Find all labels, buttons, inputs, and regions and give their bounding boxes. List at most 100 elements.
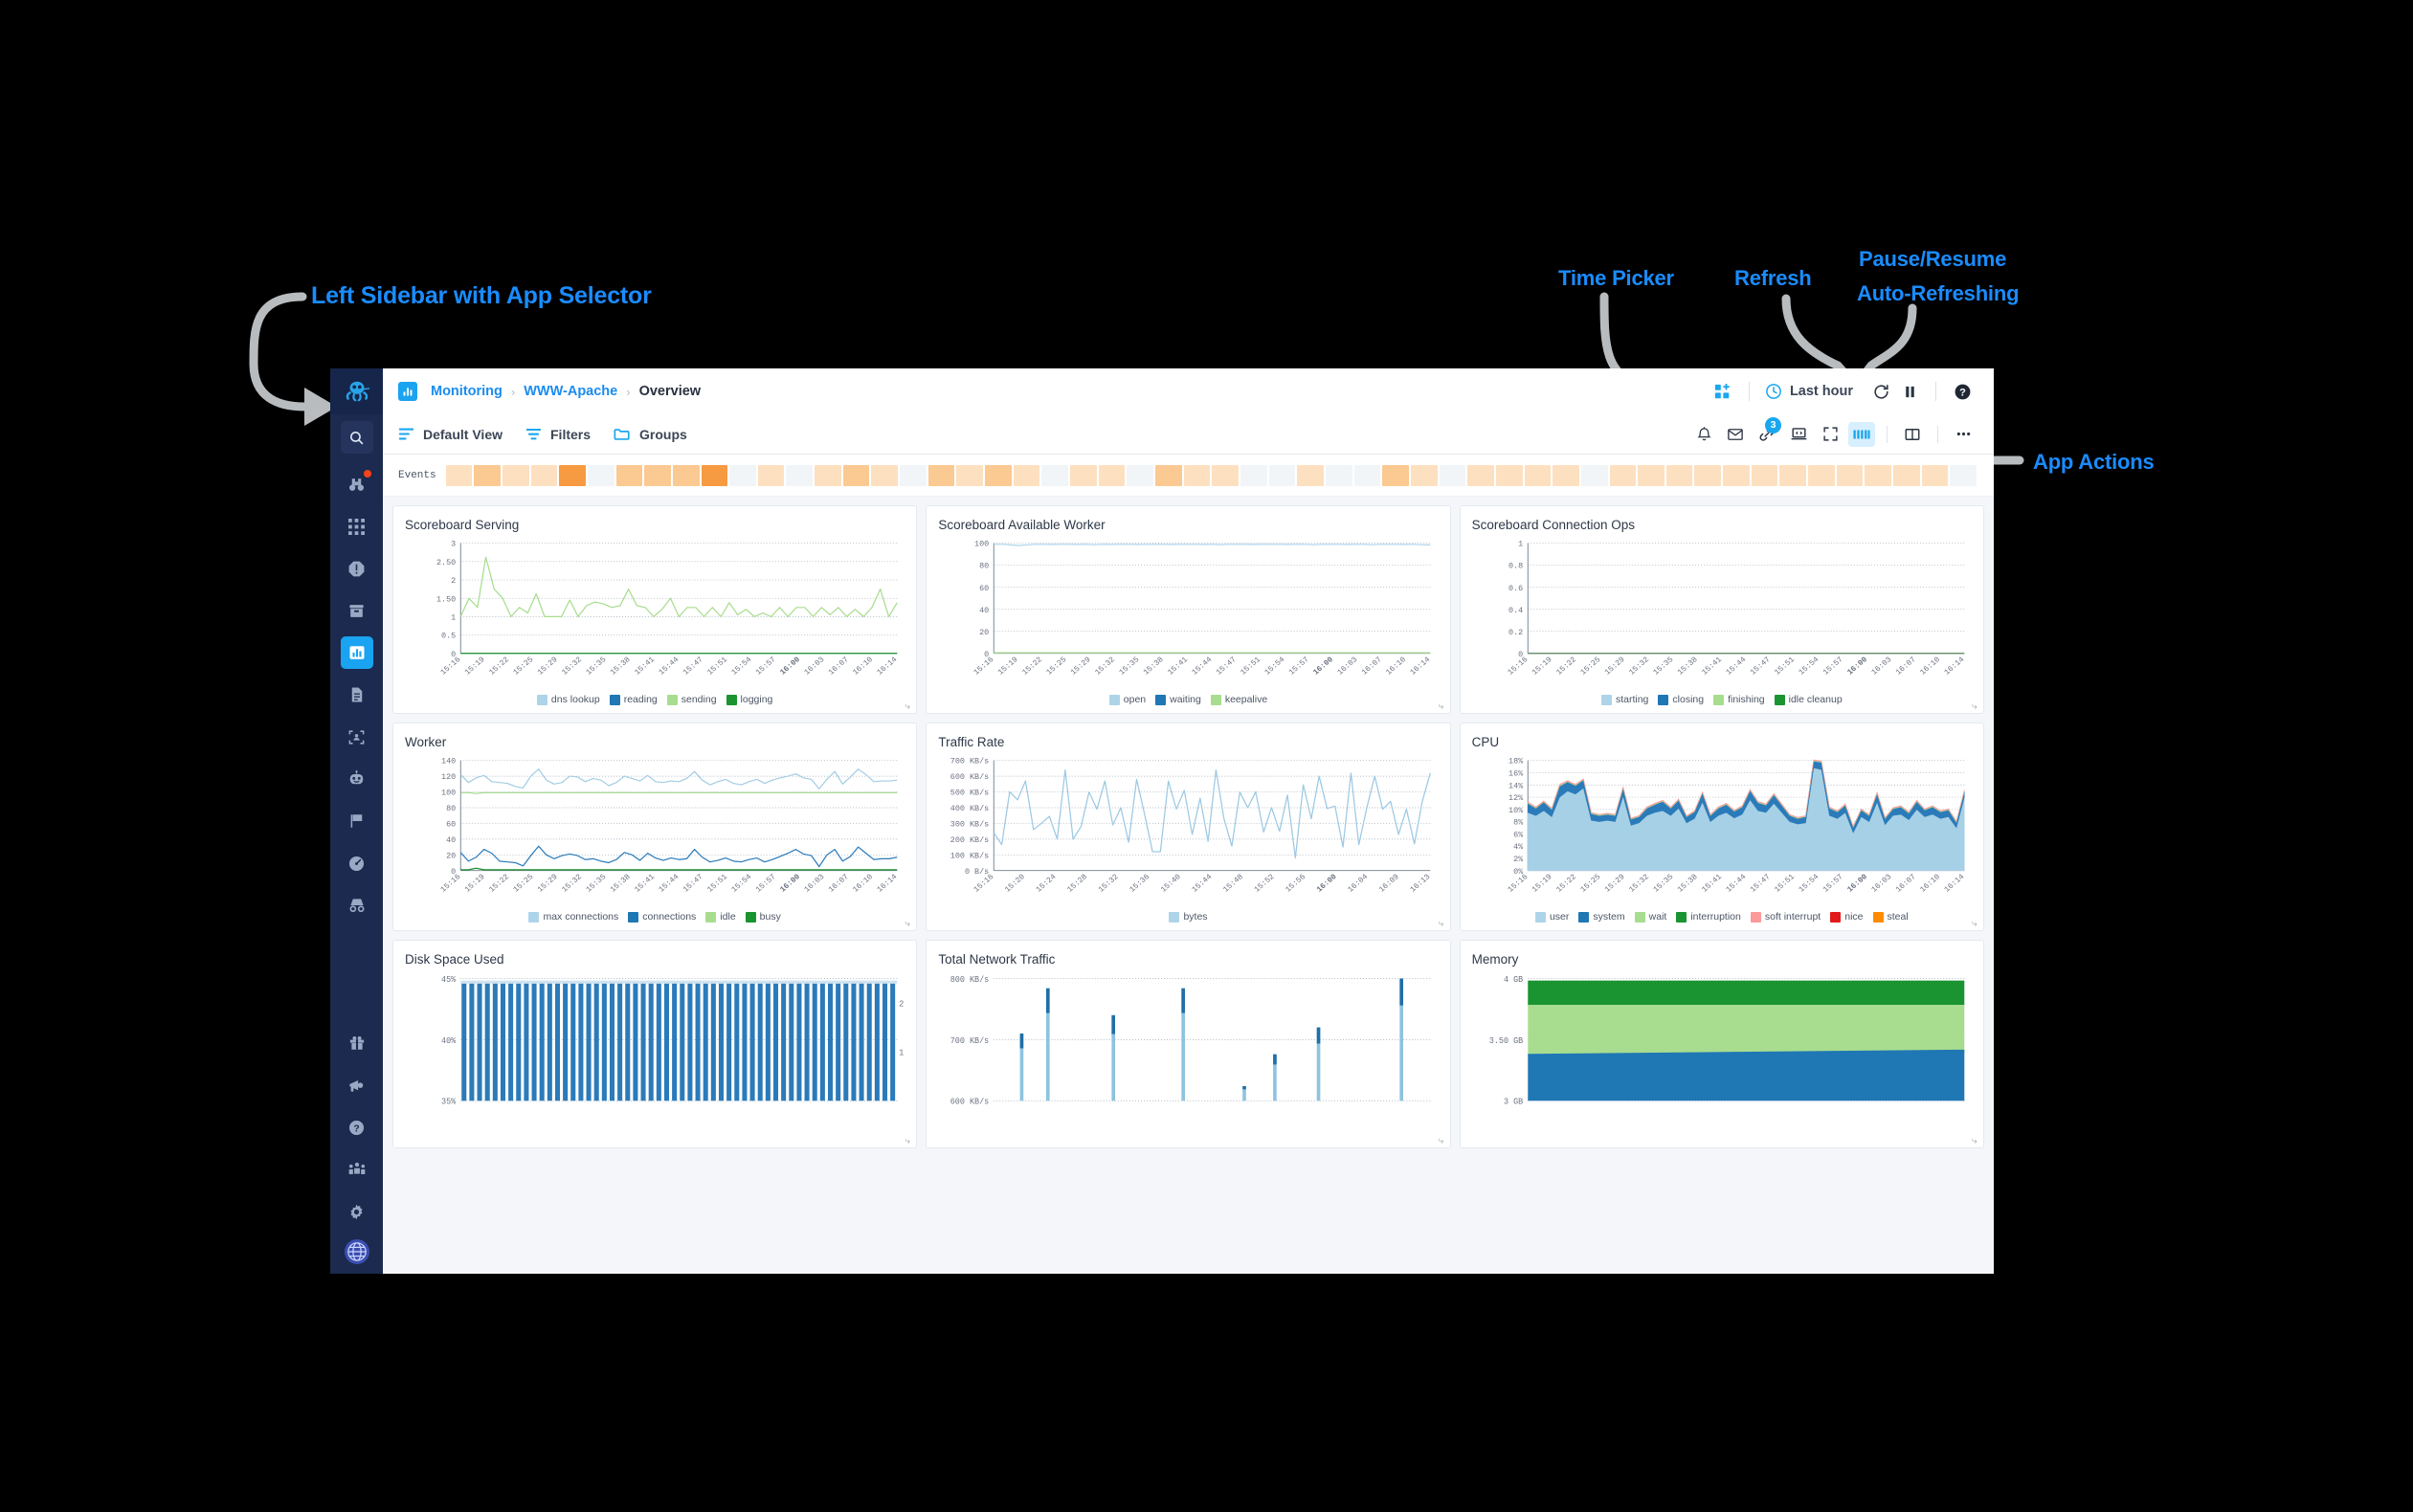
sidebar-item-inbox[interactable] bbox=[341, 594, 373, 627]
event-cell[interactable] bbox=[1183, 464, 1211, 486]
event-cell[interactable] bbox=[1609, 464, 1637, 486]
legend-item[interactable]: dns lookup bbox=[536, 694, 600, 705]
legend-item[interactable]: interruption bbox=[1676, 911, 1741, 923]
sidebar-item-flags[interactable] bbox=[341, 805, 373, 837]
event-cell[interactable] bbox=[1950, 464, 1977, 486]
event-cell[interactable] bbox=[1921, 464, 1949, 486]
legend-item[interactable]: user bbox=[1534, 911, 1569, 923]
legend-item[interactable]: open bbox=[1108, 694, 1146, 705]
event-cell[interactable] bbox=[1268, 464, 1296, 486]
legend-item[interactable]: sending bbox=[666, 694, 717, 705]
sidebar-item-monitoring[interactable] bbox=[340, 636, 373, 669]
legend-item[interactable]: system bbox=[1578, 911, 1625, 923]
filters-button[interactable]: Filters bbox=[525, 426, 591, 442]
panel-resize-handle[interactable]: ⤷ bbox=[1972, 920, 1980, 929]
sidebar-item-discovery[interactable] bbox=[341, 468, 373, 500]
chart-scoreboard-serving[interactable]: 0 0.5 1 1.50 2 2.50 3 15:16 15:19 15:22 15:25 15:29… bbox=[405, 536, 905, 692]
chart-cpu[interactable]: 0% 2% 4% 6% 8% 10% 12% 14% 16% 18% 15:16 15:19 15:22… bbox=[1472, 753, 1972, 909]
octopus-logo[interactable] bbox=[330, 368, 383, 414]
chart-total-network-traffic[interactable]: 600 KB/s 700 KB/s 800 KB/s bbox=[938, 970, 1438, 1144]
chart-memory[interactable]: 3 GB 3.50 GB 4 GB bbox=[1472, 970, 1972, 1144]
event-cell[interactable] bbox=[1836, 464, 1864, 486]
sidebar-item-apps[interactable] bbox=[341, 510, 373, 543]
charts-view-button[interactable] bbox=[1848, 421, 1875, 447]
legend-item[interactable]: keepalive bbox=[1210, 694, 1267, 705]
breadcrumb-overview[interactable]: Overview bbox=[639, 384, 702, 399]
event-cell[interactable] bbox=[672, 464, 700, 486]
event-cell[interactable] bbox=[445, 464, 473, 486]
event-cell[interactable] bbox=[815, 464, 841, 486]
legend-item[interactable]: nice bbox=[1830, 911, 1864, 923]
sidebar-item-whats-new[interactable] bbox=[341, 1027, 373, 1059]
panel-resize-handle[interactable]: ⤷ bbox=[1972, 702, 1980, 712]
event-cell[interactable] bbox=[985, 464, 1012, 486]
event-cell[interactable] bbox=[587, 464, 614, 486]
event-cell[interactable] bbox=[927, 464, 955, 486]
legend-item[interactable]: finishing bbox=[1713, 694, 1765, 705]
legend-item[interactable]: starting bbox=[1600, 694, 1648, 705]
sidebar-item-help[interactable]: ? bbox=[341, 1111, 373, 1144]
groups-button[interactable]: Groups bbox=[614, 426, 687, 443]
panel-resize-handle[interactable]: ⤷ bbox=[1972, 1137, 1980, 1146]
legend-item[interactable]: busy bbox=[745, 911, 781, 923]
event-cell[interactable] bbox=[1382, 464, 1409, 486]
legend-item[interactable]: connections bbox=[628, 911, 696, 923]
pause-button[interactable] bbox=[1895, 377, 1924, 406]
legend-item[interactable]: idle cleanup bbox=[1774, 694, 1843, 705]
breadcrumb-www-apache[interactable]: WWW-Apache bbox=[524, 384, 617, 399]
event-cell[interactable] bbox=[1041, 464, 1069, 486]
mail-button[interactable] bbox=[1722, 422, 1749, 447]
sidebar-item-alerts[interactable] bbox=[341, 552, 373, 585]
event-cell[interactable] bbox=[1665, 464, 1693, 486]
event-cell[interactable] bbox=[644, 464, 671, 486]
event-cell[interactable] bbox=[1439, 464, 1466, 486]
event-cell[interactable] bbox=[1212, 464, 1239, 486]
event-cell[interactable] bbox=[701, 464, 728, 486]
event-cell[interactable] bbox=[474, 464, 501, 486]
legend-item[interactable]: closing bbox=[1658, 694, 1704, 705]
time-picker[interactable]: Last hour bbox=[1761, 383, 1857, 400]
sidebar-item-incognito[interactable] bbox=[341, 889, 373, 922]
event-cell[interactable] bbox=[1694, 464, 1722, 486]
panel-resize-handle[interactable]: ⤷ bbox=[905, 1137, 913, 1146]
legend-item[interactable]: idle bbox=[705, 911, 736, 923]
event-cell[interactable] bbox=[1098, 464, 1126, 486]
event-cell[interactable] bbox=[1580, 464, 1608, 486]
legend-item[interactable]: waiting bbox=[1155, 694, 1201, 705]
event-cell[interactable] bbox=[1638, 464, 1665, 486]
event-cell[interactable] bbox=[1723, 464, 1750, 486]
event-cell[interactable] bbox=[1808, 464, 1835, 486]
event-cell[interactable] bbox=[842, 464, 870, 486]
event-cell[interactable] bbox=[1127, 464, 1154, 486]
sidebar-item-account[interactable] bbox=[344, 1239, 369, 1264]
event-cell[interactable] bbox=[1070, 464, 1097, 486]
legend-item[interactable]: logging bbox=[726, 694, 772, 705]
event-cell[interactable] bbox=[1751, 464, 1778, 486]
help-button[interactable]: ? bbox=[1948, 377, 1977, 406]
split-view-button[interactable] bbox=[1899, 422, 1926, 447]
event-cell[interactable] bbox=[1155, 464, 1182, 486]
event-cell[interactable] bbox=[1325, 464, 1352, 486]
event-cell[interactable] bbox=[1467, 464, 1494, 486]
chart-worker[interactable]: 0 20 40 60 80 100 120 140 15:16 15:19 15:22 15:25 15… bbox=[405, 753, 905, 909]
event-cell[interactable] bbox=[729, 464, 756, 486]
event-cell[interactable] bbox=[559, 464, 586, 486]
sidebar-item-search[interactable] bbox=[340, 421, 373, 454]
event-cell[interactable] bbox=[1865, 464, 1892, 486]
event-cell[interactable] bbox=[1553, 464, 1579, 486]
links-button[interactable]: 3 bbox=[1754, 416, 1781, 447]
event-cell[interactable] bbox=[502, 464, 529, 486]
events-track[interactable] bbox=[445, 464, 1977, 486]
event-cell[interactable] bbox=[530, 464, 558, 486]
panel-resize-handle[interactable]: ⤷ bbox=[905, 702, 913, 712]
event-cell[interactable] bbox=[956, 464, 984, 486]
event-cell[interactable] bbox=[786, 464, 814, 486]
notifications-button[interactable] bbox=[1690, 422, 1717, 447]
legend-item[interactable]: bytes bbox=[1169, 911, 1208, 923]
panel-resize-handle[interactable]: ⤷ bbox=[905, 920, 913, 929]
event-cell[interactable] bbox=[1893, 464, 1920, 486]
chart-scoreboard-connection-ops[interactable]: 0 0.2 0.4 0.6 0.8 1 15:16 15:19 15:22 15:25 15:29 1… bbox=[1472, 536, 1972, 692]
sidebar-item-announcements[interactable] bbox=[341, 1069, 373, 1101]
sidebar-item-profiling[interactable] bbox=[341, 721, 373, 753]
legend-item[interactable]: soft interrupt bbox=[1750, 911, 1821, 923]
